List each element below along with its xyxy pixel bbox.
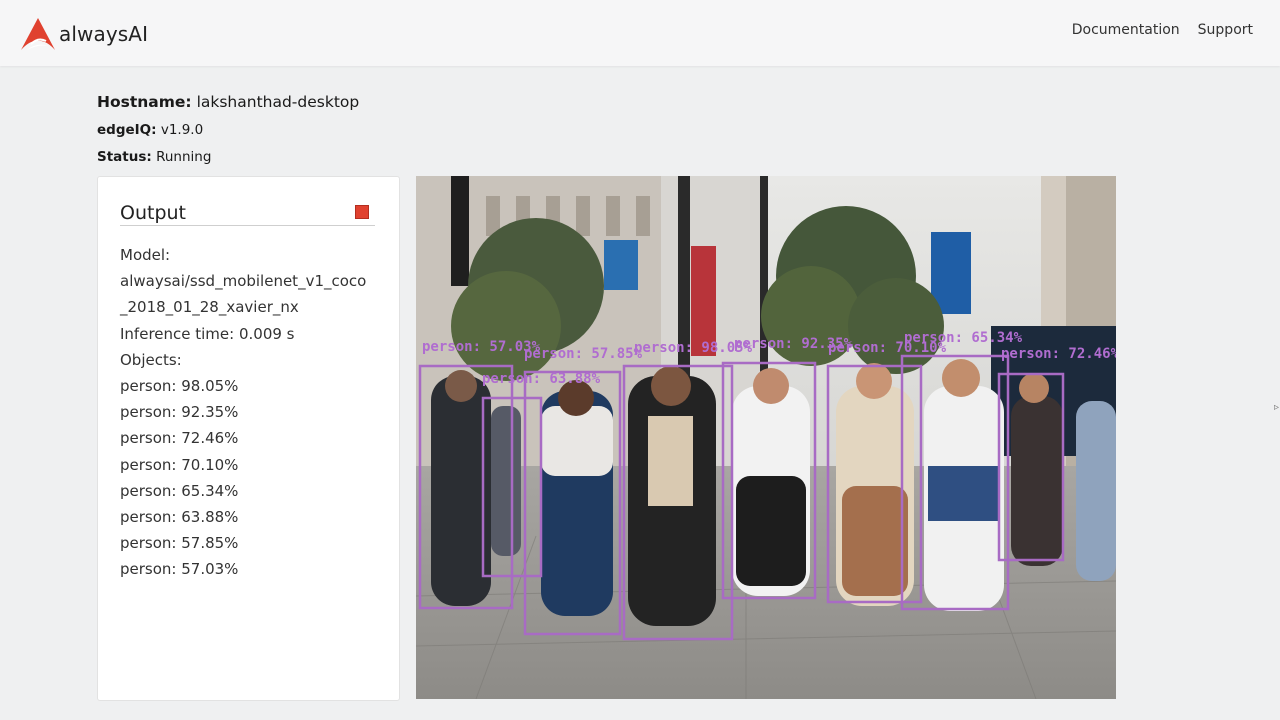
output-panel: Output Model: alwaysai/ssd_mobilenet_v1_… <box>97 176 400 701</box>
brand-name: alwaysAI <box>59 22 149 46</box>
top-nav: Documentation Support <box>1072 22 1253 38</box>
detection-label: person: 65.34% <box>904 330 1023 346</box>
detection-label: person: 72.46% <box>1001 346 1116 362</box>
status-line: Status: Running <box>97 149 211 165</box>
object-item: person: 92.35% <box>120 403 239 422</box>
brand-logo[interactable]: alwaysAI <box>19 14 148 54</box>
objects-label: Objects: <box>120 350 182 369</box>
hostname-value: lakshanthad-desktop <box>196 93 360 111</box>
nav-documentation-link[interactable]: Documentation <box>1072 22 1180 38</box>
top-navbar: alwaysAI Documentation Support <box>0 0 1280 66</box>
output-body: Model: alwaysai/ssd_mobilenet_v1_coco_20… <box>120 242 370 583</box>
video-frame: person: 57.03% person: 63.88% person: 57… <box>416 176 1116 699</box>
detection-label: person: 63.88% <box>482 371 601 387</box>
mouse-cursor-icon: ▹ <box>1274 402 1280 413</box>
hostname-label: Hostname: <box>97 93 192 111</box>
output-header: Output <box>120 201 375 226</box>
object-item: person: 65.34% <box>120 481 239 500</box>
object-item: person: 98.05% <box>120 377 239 396</box>
status-label: Status: <box>97 149 152 165</box>
edgeiq-version: v1.9.0 <box>160 122 204 138</box>
object-item: person: 57.03% <box>120 560 239 579</box>
status-value: Running <box>156 149 212 165</box>
object-item: person: 72.46% <box>120 429 239 448</box>
object-item: person: 57.85% <box>120 534 239 553</box>
object-item: person: 70.10% <box>120 455 239 474</box>
model-value: alwaysai/ssd_mobilenet_v1_coco_2018_01_2… <box>120 272 367 317</box>
inference-time: Inference time: 0.009 s <box>120 324 295 343</box>
alwaysai-logo-icon <box>21 18 55 50</box>
edgeiq-line: edgeIQ: v1.9.0 <box>97 122 203 138</box>
nav-support-link[interactable]: Support <box>1198 22 1253 38</box>
model-label: Model: <box>120 246 171 264</box>
detection-label: person: 57.85% <box>524 346 643 362</box>
object-item: person: 63.88% <box>120 508 239 527</box>
detection-label: person: 57.03% <box>422 339 541 355</box>
output-title: Output <box>120 202 186 224</box>
edgeiq-label: edgeIQ: <box>97 122 157 138</box>
video-stream: person: 57.03% person: 63.88% person: 57… <box>416 176 1116 699</box>
hostname-line: Hostname: lakshanthad-desktop <box>97 93 359 111</box>
stop-button[interactable] <box>355 205 369 219</box>
